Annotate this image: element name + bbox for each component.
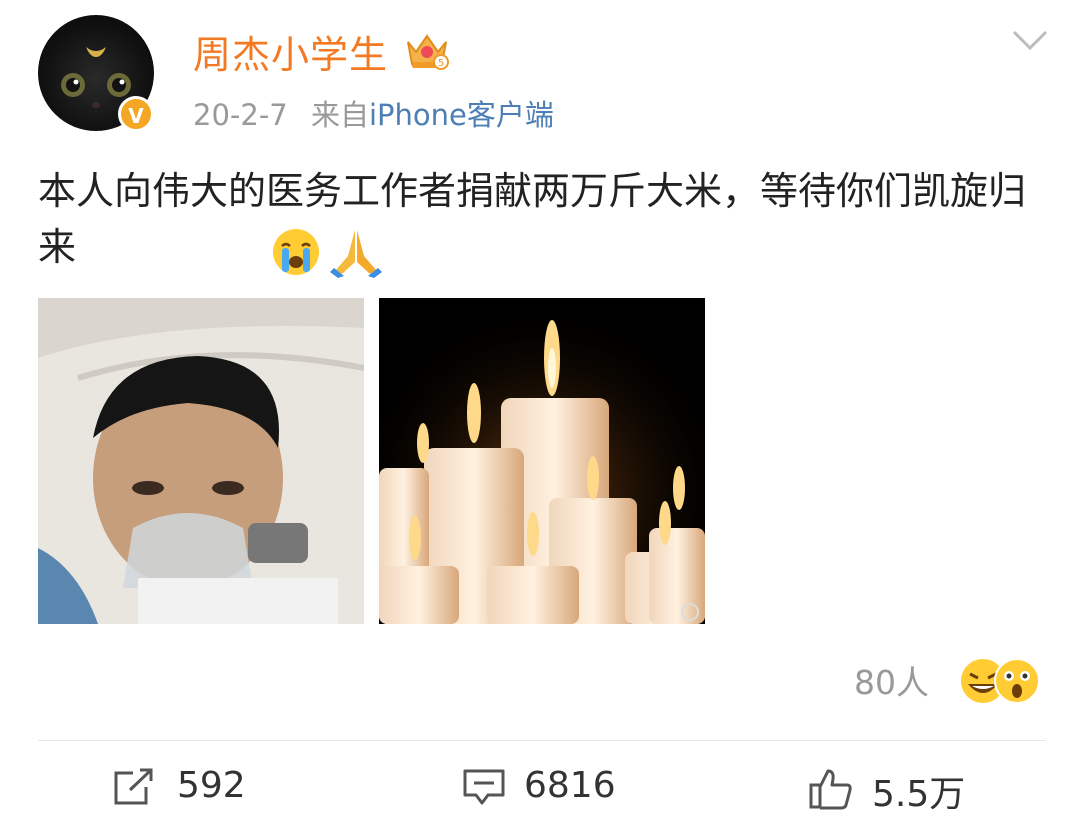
comment-count: 6816 (524, 765, 616, 806)
username[interactable]: 周杰小学生 (193, 24, 388, 79)
post-source[interactable]: iPhone客户端 (369, 98, 554, 132)
folded-hands-icon (330, 230, 382, 278)
image-doctor-in-hospital-bed[interactable] (38, 298, 364, 624)
crying-face-icon (273, 229, 319, 275)
svg-text:5: 5 (438, 58, 444, 69)
comment-icon (463, 769, 505, 805)
image-candles[interactable] (379, 298, 705, 624)
thumbs-up-icon (809, 769, 852, 810)
like-count: 5.5万 (872, 774, 966, 815)
post-date: 20-2-7 (193, 98, 288, 132)
divider (38, 740, 1046, 741)
reaction-count[interactable]: 80人 (854, 656, 929, 704)
astonished-face-icon (994, 658, 1040, 704)
repost-count: 592 (177, 765, 246, 806)
chevron-down-icon[interactable] (1010, 28, 1050, 52)
source-prefix: 来自 (310, 98, 369, 132)
post-meta: 20-2-7 来自iPhone客户端 (193, 92, 554, 134)
crown-membership-icon[interactable]: 5 (404, 28, 450, 72)
verified-badge: V (118, 96, 154, 132)
post-text: 本人向伟大的医务工作者捐献两万斤大米，等待你们凯旋归来 (38, 169, 1027, 269)
repost-icon (114, 767, 155, 805)
